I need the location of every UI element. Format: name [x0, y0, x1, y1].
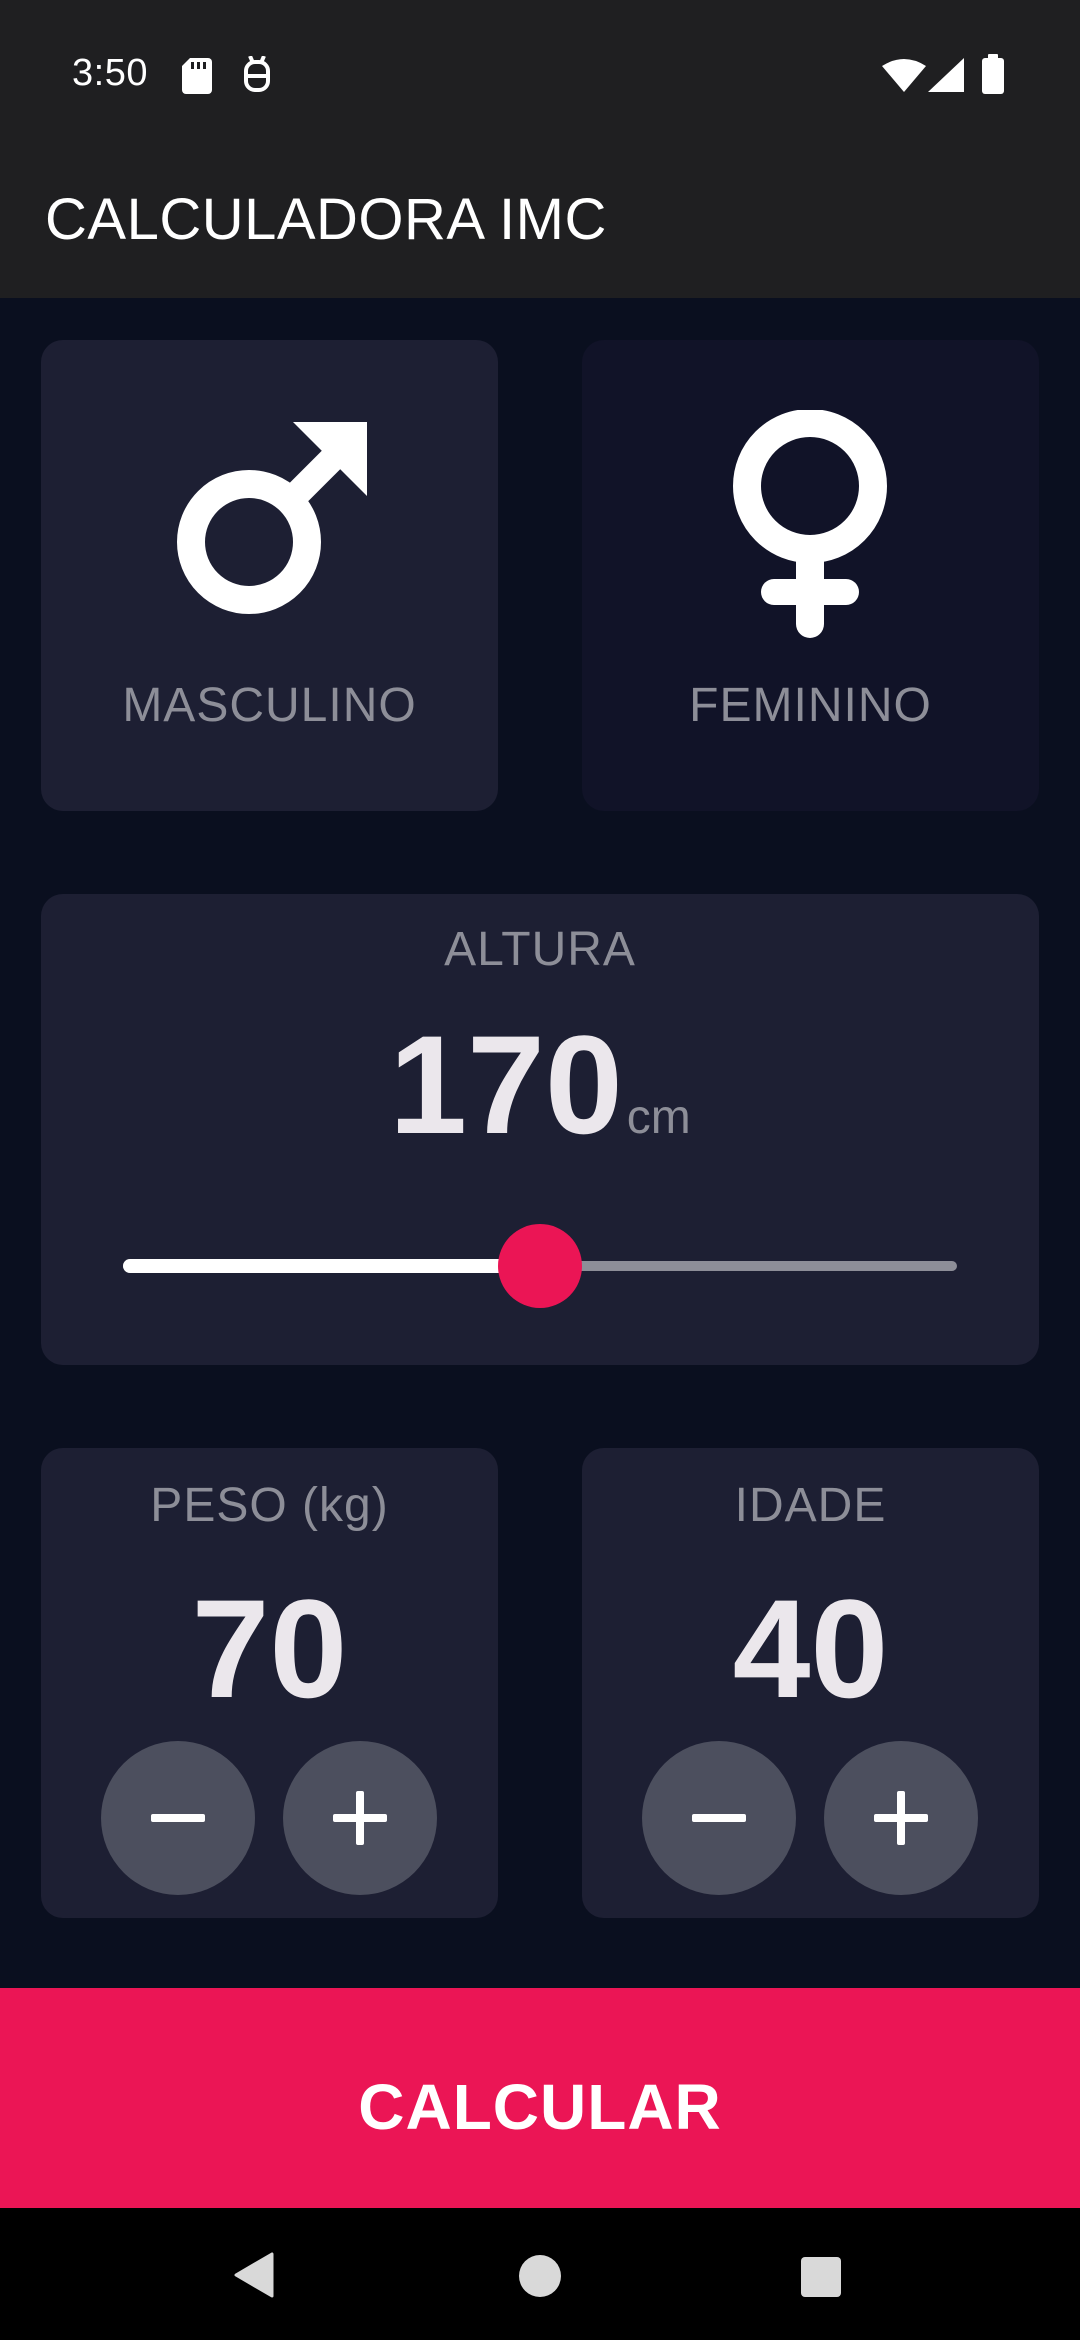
signal-icon: [928, 58, 964, 92]
weight-increment-button[interactable]: [283, 1741, 437, 1895]
male-label: MASCULINO: [122, 679, 417, 732]
app-title: CALCULADORA IMC: [45, 187, 607, 252]
height-card: ALTURA 170cm: [41, 894, 1039, 1365]
wifi-icon: [882, 59, 926, 92]
height-value: 170: [389, 1006, 623, 1163]
navigation-bar: [0, 2208, 1080, 2340]
plus-icon: [874, 1791, 928, 1845]
recents-icon[interactable]: [800, 2256, 842, 2298]
plus-icon: [333, 1791, 387, 1845]
home-icon[interactable]: [518, 2254, 562, 2298]
male-card[interactable]: MASCULINO: [41, 340, 498, 811]
female-icon: [733, 410, 887, 638]
weight-label: PESO (kg): [150, 1479, 389, 1532]
notification-icon: [244, 56, 270, 92]
weight-card: PESO (kg) 70: [41, 1448, 498, 1918]
age-label: IDADE: [734, 1479, 887, 1532]
status-time: 3:50: [72, 52, 148, 94]
height-slider[interactable]: [123, 1224, 957, 1308]
weight-value: 70: [191, 1570, 348, 1727]
slider-thumb[interactable]: [498, 1224, 582, 1308]
app-bar: CALCULADORA IMC: [0, 150, 1080, 298]
slider-active-track: [123, 1259, 540, 1273]
age-card: IDADE 40: [582, 1448, 1039, 1918]
height-display: 170cm: [41, 1004, 1039, 1166]
age-value: 40: [732, 1570, 889, 1727]
weight-decrement-button[interactable]: [101, 1741, 255, 1895]
height-unit: cm: [626, 1091, 691, 1144]
age-decrement-button[interactable]: [642, 1741, 796, 1895]
calculate-label: CALCULAR: [358, 2071, 722, 2143]
calculate-button[interactable]: CALCULAR: [0, 1988, 1080, 2208]
height-label: ALTURA: [444, 923, 636, 976]
back-icon[interactable]: [234, 2252, 274, 2298]
age-increment-button[interactable]: [824, 1741, 978, 1895]
minus-icon: [151, 1814, 205, 1822]
female-label: FEMININO: [689, 679, 932, 732]
minus-icon: [692, 1814, 746, 1822]
screen: 3:50 CALCULADORA IMC MASCULINO FEMININO …: [0, 0, 1080, 2340]
status-bar: 3:50: [0, 0, 1080, 150]
male-icon: [177, 422, 367, 614]
sd-card-icon: [182, 58, 212, 94]
female-card[interactable]: FEMININO: [582, 340, 1039, 811]
battery-icon: [982, 54, 1004, 94]
